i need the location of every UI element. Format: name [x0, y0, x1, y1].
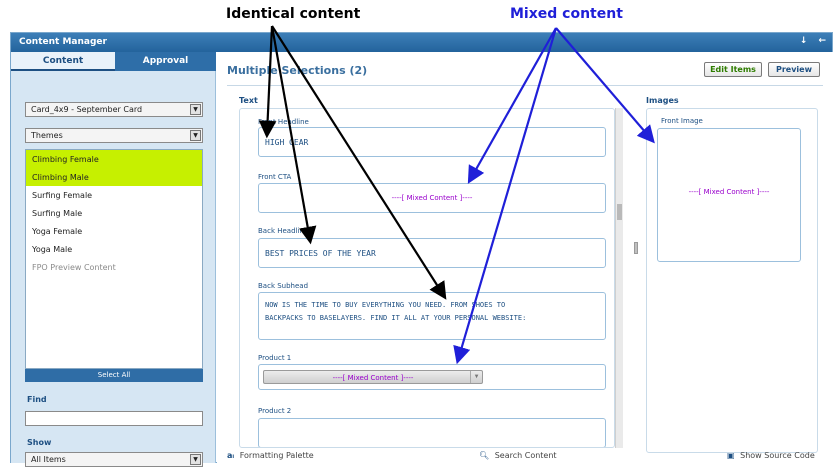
product-1-select[interactable]: ----[ Mixed Content ]---- ▼: [263, 370, 483, 384]
mixed-content-indicator: ----[ Mixed Content ]----: [688, 188, 770, 196]
chevron-down-icon[interactable]: ▼: [190, 454, 201, 465]
scroll-thumb[interactable]: [617, 204, 622, 220]
list-item[interactable]: Yoga Female: [26, 222, 202, 240]
list-item[interactable]: Climbing Male: [26, 168, 202, 186]
field-label: Back Subhead: [258, 282, 309, 290]
tab-bar: Content Approval: [11, 52, 216, 71]
formatting-palette-button[interactable]: aₗ Formatting Palette: [227, 451, 314, 460]
source-code-icon: ▣: [727, 451, 735, 460]
chevron-down-icon[interactable]: ▼: [470, 371, 482, 383]
left-panel: Content Approval Card_4x9 - September Ca…: [11, 52, 216, 467]
text-scrollbar[interactable]: [615, 108, 623, 448]
back-subhead-field[interactable]: NOW IS THE TIME TO BUY EVERYTHING YOU NE…: [258, 292, 606, 340]
content-manager-window: Content Manager ↓ ← Content Approval Car…: [10, 32, 833, 467]
front-image-box[interactable]: ----[ Mixed Content ]----: [657, 128, 801, 262]
back-headline-field[interactable]: BEST PRICES OF THE YEAR: [258, 238, 606, 268]
search-icon: 🔍︎: [479, 451, 490, 460]
text-section-label: Text: [239, 96, 258, 105]
page-title: Multiple Selections (2): [227, 64, 368, 77]
find-input[interactable]: [25, 411, 203, 426]
field-label: Front Headline: [258, 118, 309, 126]
product-1-field: ----[ Mixed Content ]---- ▼: [258, 364, 606, 390]
find-label: Find: [27, 395, 47, 404]
bottom-toolbar: aₗ Formatting Palette 🔍︎ Search Content …: [217, 451, 833, 463]
show-select[interactable]: All Items ▼: [25, 452, 203, 467]
list-item[interactable]: Yoga Male: [26, 240, 202, 258]
search-content-button[interactable]: 🔍︎ Search Content: [479, 451, 557, 460]
chevron-down-icon[interactable]: ▼: [190, 130, 201, 141]
mixed-content-indicator: ----[ Mixed Content ]----: [332, 374, 414, 382]
images-panel: Front Image ----[ Mixed Content ]----: [646, 108, 818, 453]
field-label: Product 2: [258, 407, 292, 415]
tab-approval[interactable]: Approval: [115, 52, 216, 71]
chevron-down-icon[interactable]: ▼: [190, 104, 201, 115]
field-label: Back Headline: [258, 227, 309, 235]
show-source-code-label: Show Source Code: [740, 451, 815, 460]
front-cta-field[interactable]: ----[ Mixed Content ]----: [258, 183, 606, 213]
search-content-label: Search Content: [494, 451, 557, 460]
preview-button[interactable]: Preview: [768, 62, 820, 77]
window-titlebar: Content Manager ↓ ←: [11, 33, 832, 52]
edit-items-button[interactable]: Edit Items: [704, 62, 762, 77]
card-select[interactable]: Card_4x9 - September Card ▼: [25, 102, 203, 117]
select-all-button[interactable]: Select All: [25, 369, 203, 382]
themes-select[interactable]: Themes ▼: [25, 128, 203, 143]
show-label: Show: [27, 438, 52, 447]
splitter-grip[interactable]: [634, 242, 638, 254]
mixed-content-indicator: ----[ Mixed Content ]----: [391, 194, 473, 202]
list-item[interactable]: FPO Preview Content: [26, 258, 202, 276]
collapse-icon[interactable]: ←: [818, 36, 826, 46]
back-subhead-line: BACKPACKS TO BASELAYERS. FIND IT ALL AT …: [265, 314, 527, 322]
product-2-field[interactable]: [258, 418, 606, 447]
pin-icon[interactable]: ↓: [800, 36, 808, 46]
list-item[interactable]: Surfing Male: [26, 204, 202, 222]
formatting-palette-label: Formatting Palette: [239, 451, 314, 460]
list-item[interactable]: Climbing Female: [26, 150, 202, 168]
theme-list: Climbing Female Climbing Male Surfing Fe…: [25, 149, 203, 369]
themes-select-value: Themes: [31, 131, 63, 140]
tab-content[interactable]: Content: [11, 52, 115, 71]
images-section-label: Images: [646, 96, 679, 105]
back-subhead-line: NOW IS THE TIME TO BUY EVERYTHING YOU NE…: [265, 301, 506, 309]
window-title: Content Manager: [19, 37, 107, 47]
field-label: Front CTA: [258, 173, 292, 181]
list-item[interactable]: Surfing Female: [26, 186, 202, 204]
card-select-value: Card_4x9 - September Card: [31, 105, 143, 114]
field-label: Product 1: [258, 354, 292, 362]
titlebar-icons: ↓ ←: [792, 36, 826, 46]
main-panel: Multiple Selections (2) Edit Items Previ…: [217, 52, 833, 463]
show-source-code-button[interactable]: ▣ Show Source Code: [727, 451, 815, 460]
formatting-palette-icon: aₗ: [227, 451, 235, 460]
front-image-label: Front Image: [661, 117, 703, 125]
front-headline-field[interactable]: HIGH GEAR: [258, 127, 606, 157]
identical-content-callout: Identical content: [226, 6, 361, 22]
text-panel: Front Headline HIGH GEAR Front CTA ----[…: [239, 108, 615, 448]
mixed-content-callout: Mixed content: [510, 6, 623, 22]
divider: [227, 85, 823, 86]
